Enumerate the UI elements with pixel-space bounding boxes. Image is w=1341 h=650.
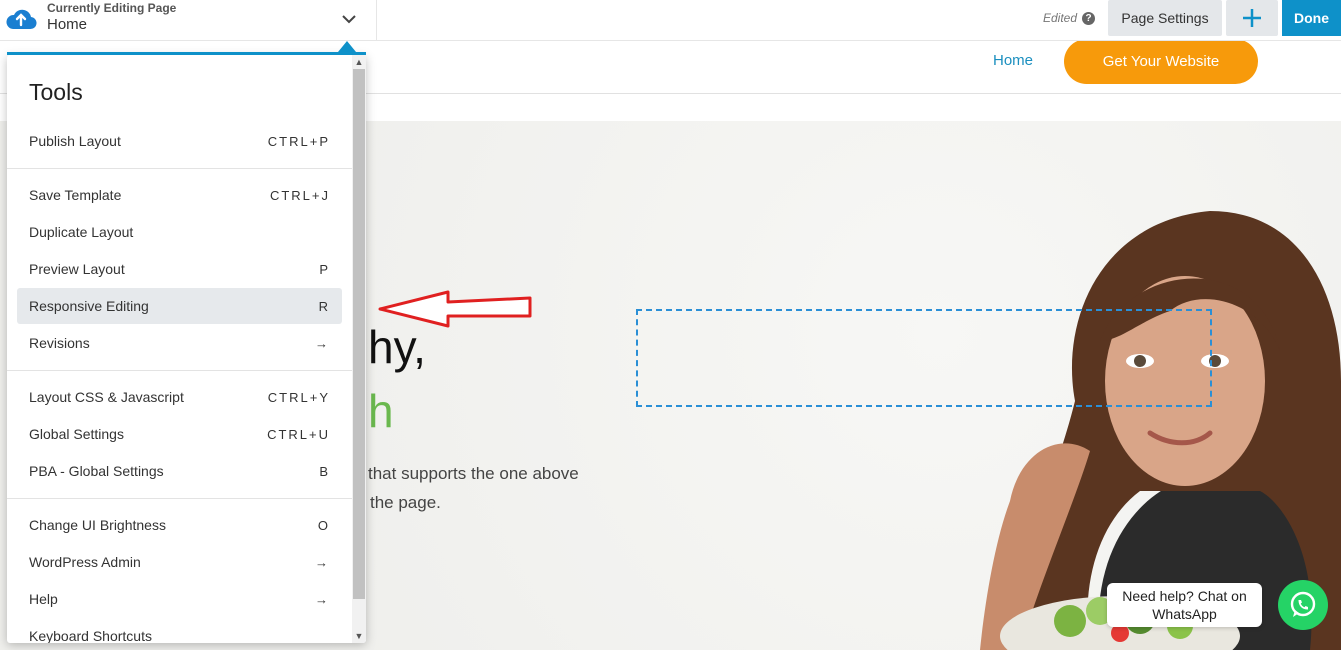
- menu-item-duplicate-layout[interactable]: Duplicate Layout: [17, 214, 342, 250]
- menu-item-shortcut: CTRL+J: [269, 187, 330, 203]
- menu-item-label: Save Template: [29, 187, 122, 203]
- hero-text-line2: the page.: [370, 493, 441, 512]
- whatsapp-button[interactable]: [1278, 580, 1328, 630]
- builder-toolbar: Currently Editing Page Home Edited ? Pag…: [0, 0, 1341, 41]
- menu-item-label: Publish Layout: [29, 133, 121, 149]
- menu-item-label: Duplicate Layout: [29, 224, 134, 240]
- status-text: Edited: [1043, 11, 1078, 25]
- add-content-button[interactable]: [1226, 0, 1278, 36]
- menu-item-pba-global-settings[interactable]: PBA - Global Settings B: [17, 453, 342, 489]
- menu-item-shortcut: CTRL+U: [267, 426, 330, 442]
- divider: [376, 0, 377, 40]
- menu-item-label: Help: [29, 591, 58, 607]
- menu-item-label: WordPress Admin: [29, 554, 141, 570]
- nav-home-link[interactable]: Home: [993, 52, 1033, 69]
- menu-caret: [338, 41, 356, 52]
- editing-page-name: Home: [47, 16, 88, 33]
- menu-item-change-ui-brightness[interactable]: Change UI Brightness O: [17, 507, 342, 543]
- menu-item-revisions[interactable]: Revisions →: [17, 325, 342, 361]
- editing-label: Currently Editing Page: [47, 1, 177, 15]
- menu-item-label: Revisions: [29, 335, 90, 351]
- whatsapp-chat-bubble[interactable]: Need help? Chat on WhatsApp: [1107, 583, 1262, 627]
- menu-accent-line: [7, 52, 366, 55]
- arrow-right-icon: →: [315, 554, 330, 570]
- current-page-selector[interactable]: Currently Editing Page Home: [47, 1, 176, 35]
- menu-item-shortcut: P: [319, 261, 330, 277]
- whatsapp-icon: [1290, 591, 1316, 617]
- hero-title-line2: h: [368, 385, 394, 437]
- whatsapp-bubble-line1: Need help? Chat on: [1122, 588, 1247, 604]
- menu-item-wordpress-admin[interactable]: WordPress Admin →: [17, 544, 342, 580]
- menu-item-keyboard-shortcuts[interactable]: Keyboard Shortcuts: [17, 618, 342, 643]
- scroll-up-icon[interactable]: ▲: [352, 55, 366, 69]
- menu-item-label: Layout CSS & Javascript: [29, 389, 184, 405]
- menu-item-label: Responsive Editing: [29, 298, 149, 314]
- menu-item-help[interactable]: Help →: [17, 581, 342, 617]
- menu-item-global-settings[interactable]: Global Settings CTRL+U: [17, 416, 342, 452]
- menu-item-shortcut: CTRL+P: [267, 133, 330, 149]
- help-icon[interactable]: ?: [1082, 11, 1096, 25]
- menu-item-label: Preview Layout: [29, 261, 125, 277]
- done-button[interactable]: Done: [1282, 0, 1341, 36]
- cloud-upload-icon: [6, 9, 37, 30]
- annotation-arrow-icon: [378, 290, 532, 328]
- get-website-button[interactable]: Get Your Website: [1064, 39, 1258, 84]
- menu-item-label: Global Settings: [29, 426, 124, 442]
- menu-title: Tools: [29, 79, 83, 105]
- module-drop-zone[interactable]: [636, 309, 1212, 407]
- tools-menu: Tools Publish Layout CTRL+P Save Templat…: [7, 55, 366, 643]
- menu-divider: [7, 498, 352, 499]
- hero-text-line1: that supports the one above: [368, 464, 579, 483]
- menu-item-label: PBA - Global Settings: [29, 463, 164, 479]
- menu-item-save-template[interactable]: Save Template CTRL+J: [17, 177, 342, 213]
- menu-item-shortcut: B: [319, 463, 330, 479]
- menu-item-layout-css-js[interactable]: Layout CSS & Javascript CTRL+Y: [17, 379, 342, 415]
- menu-scrollbar-thumb[interactable]: [353, 69, 365, 599]
- menu-divider: [7, 370, 352, 371]
- arrow-right-icon: →: [315, 335, 330, 351]
- whatsapp-bubble-line2: WhatsApp: [1152, 606, 1217, 622]
- page-settings-button[interactable]: Page Settings: [1108, 0, 1222, 36]
- chevron-down-icon[interactable]: [338, 10, 360, 28]
- plus-icon: [1243, 9, 1261, 27]
- menu-item-shortcut: R: [318, 298, 330, 314]
- menu-item-label: Keyboard Shortcuts: [29, 628, 152, 643]
- scroll-down-icon[interactable]: ▼: [352, 629, 366, 643]
- arrow-right-icon: →: [315, 591, 330, 607]
- menu-item-shortcut: O: [317, 517, 330, 533]
- menu-item-preview-layout[interactable]: Preview Layout P: [17, 251, 342, 287]
- menu-item-publish-layout[interactable]: Publish Layout CTRL+P: [17, 123, 342, 159]
- menu-item-responsive-editing[interactable]: Responsive Editing R: [17, 288, 342, 324]
- menu-divider: [7, 168, 352, 169]
- menu-item-shortcut: CTRL+Y: [267, 389, 330, 405]
- menu-item-label: Change UI Brightness: [29, 517, 166, 533]
- edited-status: Edited ?: [1043, 11, 1096, 25]
